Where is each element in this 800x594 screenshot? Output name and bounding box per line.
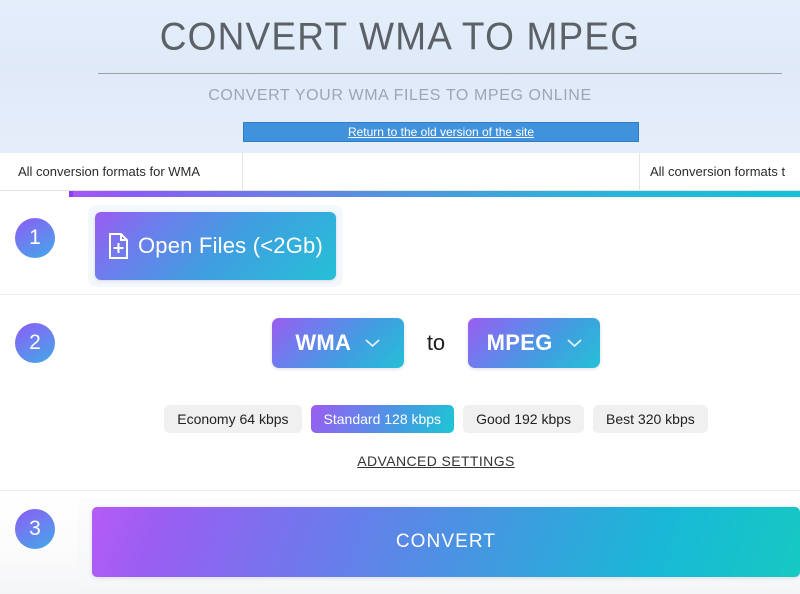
convert-label: CONVERT [395, 531, 497, 552]
convert-button[interactable]: CONVERT [92, 507, 800, 577]
title-divider [98, 73, 782, 74]
step-2-section: 2 WMA to MPEG Economy 64 kbps Standard 1… [0, 295, 800, 491]
convert-button-container: CONVERT [78, 498, 800, 586]
step-1-section: 1 Open Files (<2Gb) [0, 197, 800, 295]
quality-preset-row: Economy 64 kbps Standard 128 kbps Good 1… [72, 405, 800, 433]
step-3-number: 3 [15, 509, 55, 549]
open-files-label: Open Files (<2Gb) [138, 233, 323, 258]
tab-middle-empty[interactable] [243, 153, 640, 191]
step-3-section: 3 CONVERT [0, 491, 800, 594]
source-format-dropdown[interactable]: WMA [271, 318, 404, 368]
quality-preset-economy[interactable]: Economy 64 kbps [164, 405, 302, 433]
open-files-button-container: Open Files (<2Gb) [88, 205, 343, 287]
step-1-number: 1 [15, 218, 55, 258]
page-subtitle: CONVERT YOUR WMA FILES TO MPEG ONLINE [208, 87, 592, 104]
file-plus-icon [108, 233, 129, 259]
tab-all-conversion-formats-to[interactable]: All conversion formats t [640, 153, 800, 191]
to-word-label: to [426, 330, 446, 355]
page-header: CONVERT WMA TO MPEG CONVERT YOUR WMA FIL… [0, 0, 800, 153]
steps-container: 1 Open Files (<2Gb) 2 WMA to MPEG Econom… [0, 197, 800, 594]
tab-bar: All conversion formats for WMA All conve… [0, 153, 800, 191]
open-files-button[interactable]: Open Files (<2Gb) [95, 212, 336, 280]
step-2-number: 2 [15, 323, 55, 363]
quality-preset-best[interactable]: Best 320 kbps [593, 405, 708, 433]
return-to-old-version-label: Return to the old version of the site [347, 125, 535, 139]
source-format-label: WMA [295, 330, 352, 355]
advanced-settings-link[interactable]: ADVANCED SETTINGS [72, 453, 800, 469]
page-title: CONVERT WMA TO MPEG [159, 15, 641, 58]
tab-all-conversion-formats-for-wma[interactable]: All conversion formats for WMA [0, 153, 243, 191]
page-root: CONVERT WMA TO MPEG CONVERT YOUR WMA FIL… [0, 0, 800, 594]
chevron-down-icon [567, 339, 582, 348]
format-selection-row: WMA to MPEG [72, 317, 800, 369]
target-format-dropdown[interactable]: MPEG [468, 318, 601, 368]
chevron-down-icon [365, 339, 380, 348]
quality-preset-standard[interactable]: Standard 128 kbps [310, 405, 455, 433]
return-to-old-version-button[interactable]: Return to the old version of the site [243, 122, 639, 142]
quality-preset-good[interactable]: Good 192 kbps [463, 405, 585, 433]
target-format-label: MPEG [486, 330, 553, 355]
